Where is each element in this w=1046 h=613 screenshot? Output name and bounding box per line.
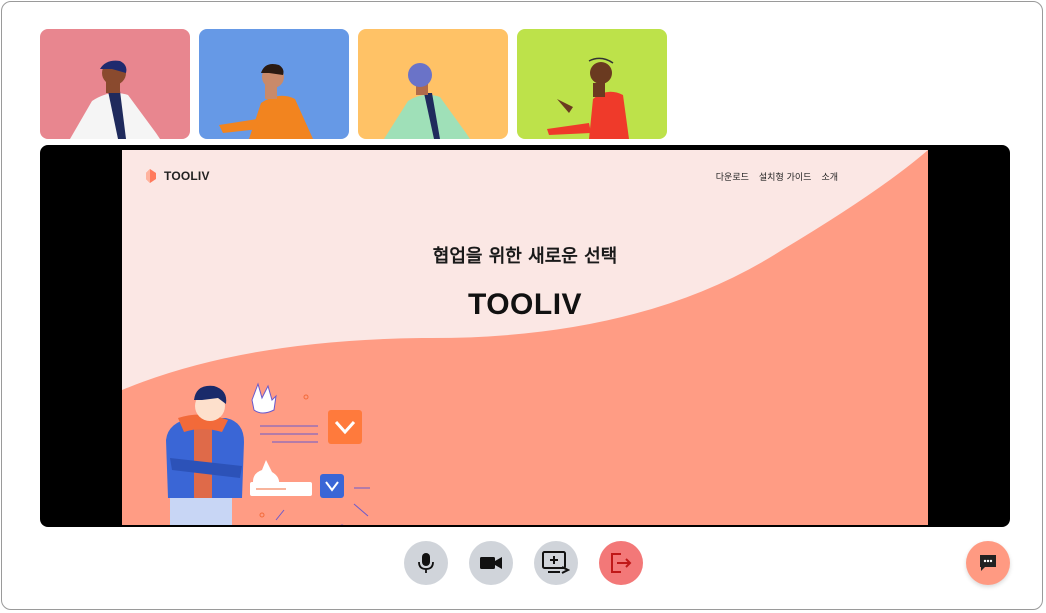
participant-strip xyxy=(40,29,667,139)
hero-illustration xyxy=(166,382,370,525)
microphone-button[interactable] xyxy=(404,541,448,585)
shared-webpage: TOOLIV 다운로드 설치형 가이드 소개 협업을 위한 새로운 선택 TOO… xyxy=(122,150,928,525)
participant-tile-2[interactable] xyxy=(199,29,349,139)
exit-icon xyxy=(611,553,632,573)
screen-share-icon xyxy=(542,551,570,574)
avatar-illustration xyxy=(219,64,313,139)
participant-tile-4[interactable] xyxy=(517,29,667,139)
video-camera-icon xyxy=(480,557,502,569)
avatar-illustration xyxy=(70,60,160,139)
hero-subtitle: 협업을 위한 새로운 선택 xyxy=(432,246,618,267)
nav-link-about[interactable]: 소개 xyxy=(821,170,838,183)
shared-screen: TOOLIV 다운로드 설치형 가이드 소개 협업을 위한 새로운 선택 TOO… xyxy=(40,145,1010,527)
avatar-illustration xyxy=(547,57,629,139)
hero-title: TOOLIV xyxy=(467,288,583,321)
participant-tile-1[interactable] xyxy=(40,29,190,139)
nav-link-download[interactable]: 다운로드 xyxy=(716,170,749,183)
site-logo-text: TOOLIV xyxy=(164,169,210,183)
call-controls xyxy=(404,541,643,585)
site-nav: 다운로드 설치형 가이드 소개 xyxy=(716,170,838,183)
screen-share-button[interactable] xyxy=(534,541,578,585)
tooliv-logo-icon xyxy=(146,169,156,183)
avatar-illustration xyxy=(384,63,470,139)
participant-tile-3[interactable] xyxy=(358,29,508,139)
microphone-icon xyxy=(418,553,434,573)
camera-button[interactable] xyxy=(469,541,513,585)
site-logo[interactable]: TOOLIV xyxy=(144,169,210,183)
nav-link-install-guide[interactable]: 설치형 가이드 xyxy=(759,170,812,183)
chat-bubble-icon xyxy=(980,555,996,571)
leave-call-button[interactable] xyxy=(599,541,643,585)
chat-button[interactable] xyxy=(966,541,1010,585)
